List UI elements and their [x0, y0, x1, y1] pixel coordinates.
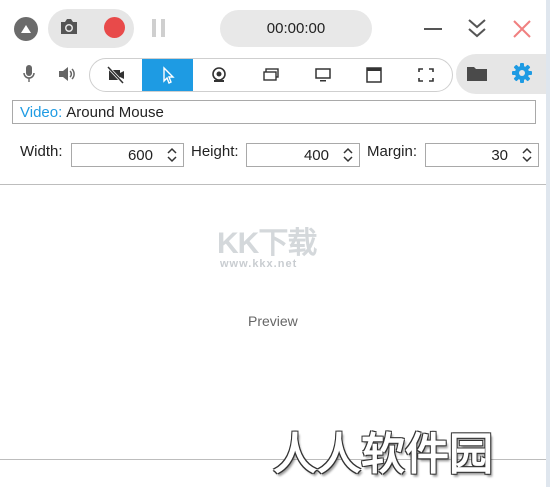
source-mode-selector — [89, 58, 453, 92]
collapse-button[interactable] — [14, 17, 38, 41]
settings-button[interactable] — [511, 62, 533, 89]
minimize-button[interactable] — [423, 19, 443, 44]
mode-region[interactable] — [400, 59, 452, 91]
height-stepper-icon[interactable] — [342, 146, 354, 164]
mode-screens[interactable] — [245, 59, 297, 91]
divider — [0, 184, 546, 185]
record-button[interactable] — [104, 17, 125, 38]
margin-label: Margin: — [367, 143, 418, 160]
mode-monitor[interactable] — [297, 59, 349, 91]
no-camera-icon — [106, 66, 124, 84]
preview-label: Preview — [248, 313, 298, 329]
margin-value: 30 — [491, 146, 508, 164]
triangle-up-icon — [21, 25, 31, 33]
pause-icon — [152, 19, 165, 37]
width-stepper-icon[interactable] — [166, 146, 178, 164]
camera-icon — [61, 19, 77, 34]
speaker-button[interactable] — [57, 64, 77, 89]
monitor-icon — [314, 68, 331, 82]
folder-icon — [467, 67, 487, 81]
height-label: Height: — [191, 143, 239, 160]
watermark-corner: 人人软件园 — [273, 430, 493, 479]
video-value: Around Mouse — [66, 103, 164, 121]
margin-stepper-icon[interactable] — [521, 146, 533, 164]
close-button[interactable] — [512, 19, 532, 44]
gear-icon — [512, 63, 532, 83]
height-value: 400 — [303, 146, 329, 164]
width-input[interactable]: 600 — [71, 143, 184, 167]
cursor-icon — [162, 66, 175, 84]
mode-around-mouse[interactable] — [141, 59, 194, 91]
output-folder-button[interactable] — [466, 63, 488, 88]
microphone-icon — [23, 65, 35, 82]
close-icon — [513, 20, 531, 38]
region-icon — [418, 68, 434, 82]
minimize-icon — [424, 28, 442, 30]
webcam-icon — [212, 67, 227, 82]
width-label: Width: — [20, 143, 63, 160]
compact-button[interactable] — [467, 18, 487, 45]
height-input[interactable]: 400 — [246, 143, 360, 167]
speaker-icon — [59, 67, 75, 81]
video-mode-field[interactable]: Video: Around Mouse — [12, 100, 536, 124]
screens-icon — [263, 68, 279, 81]
width-value: 600 — [127, 146, 153, 164]
video-label: Video: — [20, 103, 63, 121]
mode-window[interactable] — [349, 59, 401, 91]
window-icon — [366, 67, 383, 83]
recorder-window: 00:00:00 Video: Around Mouse Width: 600 … — [0, 0, 550, 487]
margin-input[interactable]: 30 — [425, 143, 539, 167]
microphone-button[interactable] — [22, 64, 36, 89]
pause-button[interactable] — [150, 18, 168, 43]
mode-no-camera[interactable] — [90, 59, 142, 91]
watermark-url: www.kkx.net — [220, 258, 298, 270]
screenshot-button[interactable] — [58, 17, 80, 42]
double-chevron-down-icon — [468, 19, 486, 38]
watermark-logo: KK下载 — [217, 227, 317, 260]
timer-display: 00:00:00 — [220, 10, 372, 47]
mode-webcam[interactable] — [193, 59, 245, 91]
